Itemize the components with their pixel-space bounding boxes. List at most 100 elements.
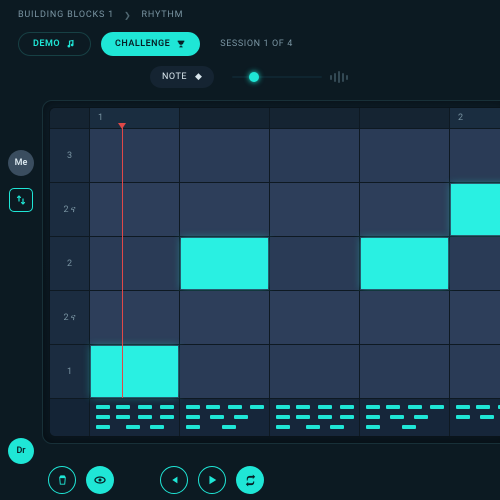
- drum-tick[interactable]: [390, 415, 404, 419]
- grid-cell[interactable]: [180, 345, 270, 398]
- grid-cell[interactable]: [180, 291, 270, 344]
- drum-tick[interactable]: [96, 405, 110, 409]
- drum-tick[interactable]: [276, 405, 290, 409]
- drum-tick[interactable]: [276, 425, 290, 429]
- slider-thumb[interactable]: [249, 72, 259, 82]
- drum-tick[interactable]: [116, 405, 130, 409]
- drum-tick[interactable]: [456, 405, 470, 409]
- drum-tick[interactable]: [138, 415, 152, 419]
- grid-cell[interactable]: [270, 183, 360, 236]
- drum-tick[interactable]: [160, 415, 174, 419]
- grid-cell[interactable]: [360, 345, 450, 398]
- drum-tick[interactable]: [414, 415, 428, 419]
- drum-tick[interactable]: [160, 405, 174, 409]
- slider-track[interactable]: [232, 76, 322, 78]
- drum-tick[interactable]: [276, 415, 290, 419]
- swap-tracks-button[interactable]: [9, 188, 33, 212]
- breadcrumb-item[interactable]: BUILDING BLOCKS 1: [18, 10, 114, 20]
- grid-cell[interactable]: [450, 345, 500, 398]
- grid-cell[interactable]: [450, 291, 500, 344]
- grid-cell[interactable]: [360, 237, 450, 290]
- grid-cell[interactable]: [270, 345, 360, 398]
- grid-cell[interactable]: [90, 183, 180, 236]
- drum-tick[interactable]: [402, 425, 416, 429]
- drum-tick[interactable]: [340, 405, 354, 409]
- note-block[interactable]: [181, 238, 268, 289]
- volume-slider[interactable]: [232, 71, 348, 83]
- drum-tick[interactable]: [386, 405, 400, 409]
- drum-segment[interactable]: [270, 399, 360, 436]
- avatar-dr[interactable]: Dr: [8, 438, 34, 464]
- grid-cell[interactable]: [270, 129, 360, 182]
- beat-header[interactable]: 2: [450, 108, 500, 128]
- drum-tick[interactable]: [96, 415, 110, 419]
- beat-header[interactable]: 1: [90, 108, 180, 128]
- grid-cell[interactable]: [180, 237, 270, 290]
- rewind-button[interactable]: [160, 466, 188, 494]
- drum-lane[interactable]: [50, 398, 500, 436]
- drum-tick[interactable]: [306, 425, 320, 429]
- drum-tick[interactable]: [476, 405, 490, 409]
- drum-tick[interactable]: [126, 425, 140, 429]
- delete-button[interactable]: [48, 466, 76, 494]
- drum-tick[interactable]: [430, 405, 444, 409]
- drum-tick[interactable]: [210, 415, 224, 419]
- drum-tick[interactable]: [150, 425, 164, 429]
- drum-tick[interactable]: [456, 415, 470, 419]
- note-grid[interactable]: 32 ና22 ና1: [50, 128, 500, 398]
- grid-cell[interactable]: [360, 183, 450, 236]
- demo-tab[interactable]: DEMO: [18, 32, 91, 56]
- drum-tick[interactable]: [222, 425, 236, 429]
- loop-button[interactable]: [236, 466, 264, 494]
- playhead[interactable]: [122, 128, 123, 398]
- note-block[interactable]: [451, 184, 500, 235]
- drum-tick[interactable]: [318, 415, 332, 419]
- beat-header[interactable]: [270, 108, 360, 128]
- drum-segment[interactable]: [90, 399, 180, 436]
- play-button[interactable]: [198, 466, 226, 494]
- grid-cell[interactable]: [360, 291, 450, 344]
- grid-cell[interactable]: [90, 291, 180, 344]
- beat-header[interactable]: [360, 108, 450, 128]
- note-block[interactable]: [91, 346, 178, 397]
- drum-segment[interactable]: [180, 399, 270, 436]
- drum-tick[interactable]: [296, 415, 310, 419]
- avatar-me[interactable]: Me: [8, 150, 34, 176]
- grid-cell[interactable]: [450, 129, 500, 182]
- grid-cell[interactable]: [90, 129, 180, 182]
- drum-segment[interactable]: [360, 399, 450, 436]
- drum-segment[interactable]: [450, 399, 500, 436]
- grid-cell[interactable]: [360, 129, 450, 182]
- grid-cell[interactable]: [450, 237, 500, 290]
- drum-tick[interactable]: [234, 415, 248, 419]
- drum-tick[interactable]: [206, 405, 220, 409]
- grid-cell[interactable]: [90, 237, 180, 290]
- drum-tick[interactable]: [116, 415, 130, 419]
- drum-tick[interactable]: [186, 415, 200, 419]
- grid-cell[interactable]: [270, 237, 360, 290]
- drum-tick[interactable]: [366, 405, 380, 409]
- grid-cell[interactable]: [90, 345, 180, 398]
- note-block[interactable]: [361, 238, 448, 289]
- grid-cell[interactable]: [180, 183, 270, 236]
- drum-tick[interactable]: [138, 405, 152, 409]
- drum-tick[interactable]: [96, 425, 110, 429]
- drum-tick[interactable]: [296, 405, 310, 409]
- drum-tick[interactable]: [480, 415, 494, 419]
- breadcrumb-item[interactable]: RHYTHM: [142, 10, 184, 20]
- hint-button[interactable]: [86, 466, 114, 494]
- grid-cell[interactable]: [180, 129, 270, 182]
- note-tool-select[interactable]: NOTE ◆: [150, 66, 214, 88]
- grid-cell[interactable]: [270, 291, 360, 344]
- drum-tick[interactable]: [250, 405, 264, 409]
- drum-tick[interactable]: [186, 405, 200, 409]
- grid-cell[interactable]: [450, 183, 500, 236]
- challenge-tab[interactable]: CHALLENGE: [101, 32, 200, 56]
- beat-header[interactable]: [180, 108, 270, 128]
- drum-tick[interactable]: [366, 425, 380, 429]
- drum-tick[interactable]: [228, 405, 242, 409]
- drum-tick[interactable]: [408, 405, 422, 409]
- drum-tick[interactable]: [330, 425, 344, 429]
- drum-tick[interactable]: [340, 415, 354, 419]
- drum-tick[interactable]: [318, 405, 332, 409]
